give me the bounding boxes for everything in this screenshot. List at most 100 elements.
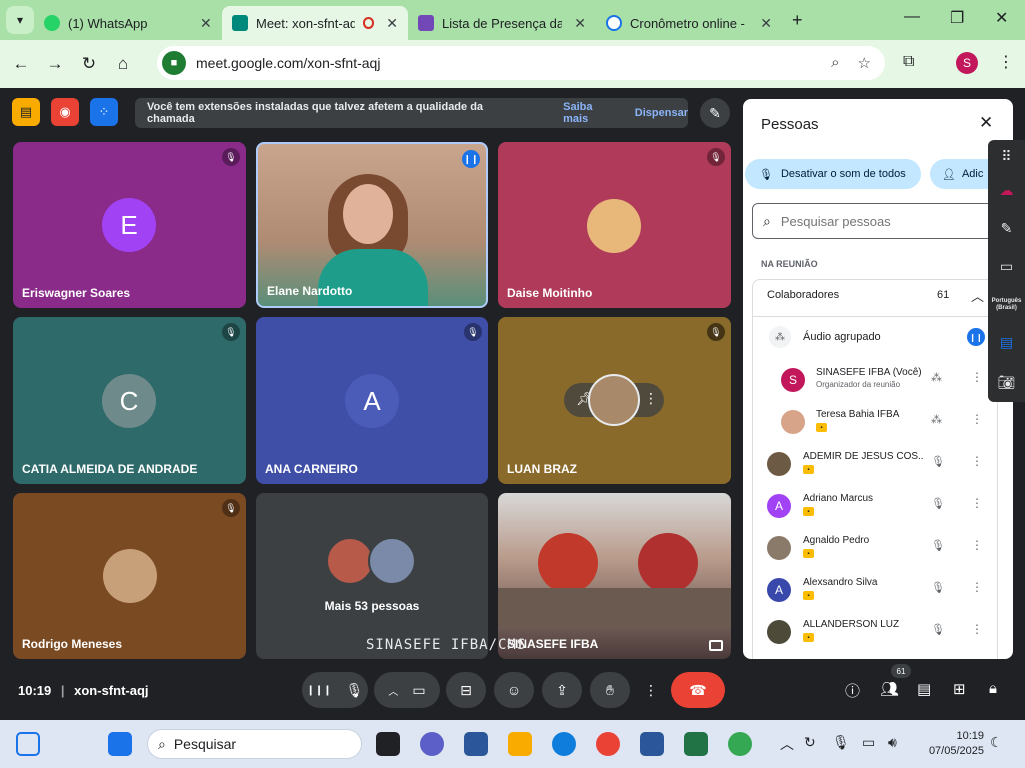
participant-tile[interactable]: 🎙︎ Daise Moitinho [498,142,731,308]
search-input[interactable] [780,213,971,229]
forward-icon[interactable]: → [38,54,72,74]
camera-icon[interactable]: ▭ [412,682,425,699]
more-options-icon[interactable]: ⋮ [971,370,983,384]
volume-icon[interactable]: 🔊︎ [888,734,897,751]
list-item[interactable]: Teresa Bahia IFBA ▪ ⁂ ⋮ [753,406,999,448]
participant-tile[interactable]: 🎙︎ 📌︎ ⋮ LUAN BRAZ [498,317,731,484]
more-options-icon[interactable]: ⋮ [971,454,983,468]
grid-icon[interactable]: ⠿ [988,148,1025,165]
list-item[interactable]: ADEMIR DE JESUS COS... ▪ 🎙︎ ⋮ [753,448,999,490]
more-options-icon[interactable]: ⋮ [971,538,983,552]
participant-tile[interactable]: 🎙︎ Rodrigo Meneses [13,493,246,659]
network-icon[interactable]: ▭ [862,734,875,751]
restore-icon[interactable]: ❐ [950,8,964,28]
start-icon[interactable] [108,732,132,756]
host-controls-icon[interactable]: 🔒︎ [989,680,997,697]
camera-snapshot-icon[interactable]: 📷︎ [988,374,1025,391]
zoom-icon[interactable]: ⌕ [831,54,839,72]
chevron-up-icon[interactable]: ︿ [388,683,398,698]
store-icon[interactable] [464,732,488,756]
mute-all-button[interactable]: 🎙︎ Desativar o som de todos [745,159,921,189]
participant-tile[interactable]: 🎙︎ C CATIA ALMEIDA DE ANDRADE [13,317,246,484]
tab-whatsapp[interactable]: (1) WhatsApp ✕ [34,6,222,40]
captions-icon[interactable]: ▭ [988,258,1025,275]
close-icon[interactable]: ✕ [979,113,993,133]
new-tab-button[interactable]: + [792,10,803,31]
captions-button[interactable]: ⊟ [446,672,486,708]
tab-forms[interactable]: Lista de Presença da A ✕ [408,6,596,40]
tab-cronometro[interactable]: Cronômetro online - R ✕ [596,6,782,40]
taskbar-search[interactable]: ⌕ Pesquisar [147,729,362,759]
pen-icon[interactable]: ✎ [988,220,1025,237]
word-icon[interactable] [640,732,664,756]
learn-more-link[interactable]: Saiba mais [563,101,620,125]
group-label[interactable]: Colaboradores [767,289,839,301]
close-icon[interactable]: ✕ [200,15,212,32]
minimize-icon[interactable]: — [904,8,920,26]
participant-tile[interactable]: 🎙︎ E Eriswagner Soares [13,142,246,308]
home-icon[interactable]: ⌂ [106,54,140,74]
more-options-icon[interactable]: ⋮ [971,580,983,594]
close-window-icon[interactable]: ✕ [995,8,1008,28]
taskbar-clock[interactable]: 10:19 07/05/2025 [918,729,984,759]
back-icon[interactable]: ← [4,54,38,74]
present-button[interactable]: ⇪ [542,672,582,708]
close-icon[interactable]: ✕ [386,15,398,32]
record-icon[interactable]: ◉ [51,98,79,126]
chevron-up-icon[interactable]: ︿ [971,286,984,305]
notes-icon[interactable]: ▤ [988,334,1025,351]
notification-icon[interactable]: ☾ [990,734,1003,751]
dismiss-link[interactable]: Dispensar [635,107,688,119]
site-info-icon[interactable]: ■ [162,51,186,75]
more-options-icon[interactable]: ⋮ [971,622,983,636]
grouped-audio-row[interactable]: ⁂ Áudio agrupado [769,326,881,348]
close-icon[interactable]: ✕ [760,15,772,32]
info-icon[interactable]: ⓘ [845,680,860,701]
chrome-profile-icon[interactable] [728,732,752,756]
leave-call-button[interactable]: ☎︎ [671,672,725,708]
extensions-icon[interactable]: ⧉ [903,53,914,71]
excel-icon[interactable] [684,732,708,756]
extension-icon-3[interactable]: ⁘ [90,98,118,126]
language-label[interactable]: Português (Brasil) [988,298,1025,312]
more-options-icon[interactable]: ⋮ [644,390,658,407]
list-item[interactable]: Agnaldo Pedro ▪ 🎙︎ ⋮ [753,532,999,574]
close-icon[interactable]: ✕ [574,15,586,32]
reload-icon[interactable]: ↻ [72,54,106,74]
sync-icon[interactable]: ↻ [804,734,816,751]
raise-hand-button[interactable]: ✋︎ [590,672,630,708]
list-item[interactable]: S SINASEFE IFBA (Você) Organizador da re… [753,364,999,406]
mic-tray-icon[interactable]: 🎙︎ [832,734,850,751]
tab-meet[interactable]: Meet: xon-sfnt-aqj ✕ [222,6,408,40]
chat-icon[interactable]: ▤ [917,680,931,698]
extension-icon-1[interactable]: ▤ [12,98,40,126]
emoji-button[interactable]: ☺ [494,672,534,708]
participant-tile-video[interactable]: SINASEFE IFBA [498,493,731,659]
edge-icon[interactable] [552,732,576,756]
more-options-icon[interactable]: ⋮ [971,496,983,510]
widgets-icon[interactable] [16,732,40,756]
chevron-up-icon[interactable]: ︿ [780,734,794,754]
mic-icon[interactable]: 🎙︎ [346,682,364,699]
url-text[interactable]: meet.google.com/xon-sfnt-aqj [196,55,380,71]
profile-avatar[interactable]: S [956,52,978,74]
visual-effects-icon[interactable]: ✎ [700,98,730,128]
browser-menu-icon[interactable]: ⋮ [998,52,1014,72]
more-participants-tile[interactable]: Mais 53 pessoas [256,493,488,659]
participant-tile-active[interactable]: ❙❙ Elane Nardotto [256,142,488,308]
list-item[interactable]: ALLANDERSON LUZ ▪ 🎙︎ ⋮ [753,616,999,658]
omnibox[interactable]: ■ meet.google.com/xon-sfnt-aqj ⌕ ☆ [157,46,885,80]
more-options-button[interactable]: ⋮ [638,672,664,708]
more-options-icon[interactable]: ⋮ [971,412,983,426]
participant-tile[interactable]: 🎙︎ A ANA CARNEIRO [256,317,488,484]
file-explorer-icon[interactable] [508,732,532,756]
task-view-icon[interactable] [376,732,400,756]
tab-search-button[interactable]: ▾ [6,6,34,34]
activities-icon[interactable]: ⊞ [953,680,966,698]
bookmark-star-icon[interactable]: ☆ [858,54,871,72]
teams-icon[interactable] [420,732,444,756]
people-search[interactable]: ⌕ [752,203,1002,239]
people-icon[interactable]: 👥︎ [880,680,899,698]
list-item[interactable]: A Alexsandro Silva ▪ 🎙︎ ⋮ [753,574,999,616]
chrome-icon[interactable] [596,732,620,756]
